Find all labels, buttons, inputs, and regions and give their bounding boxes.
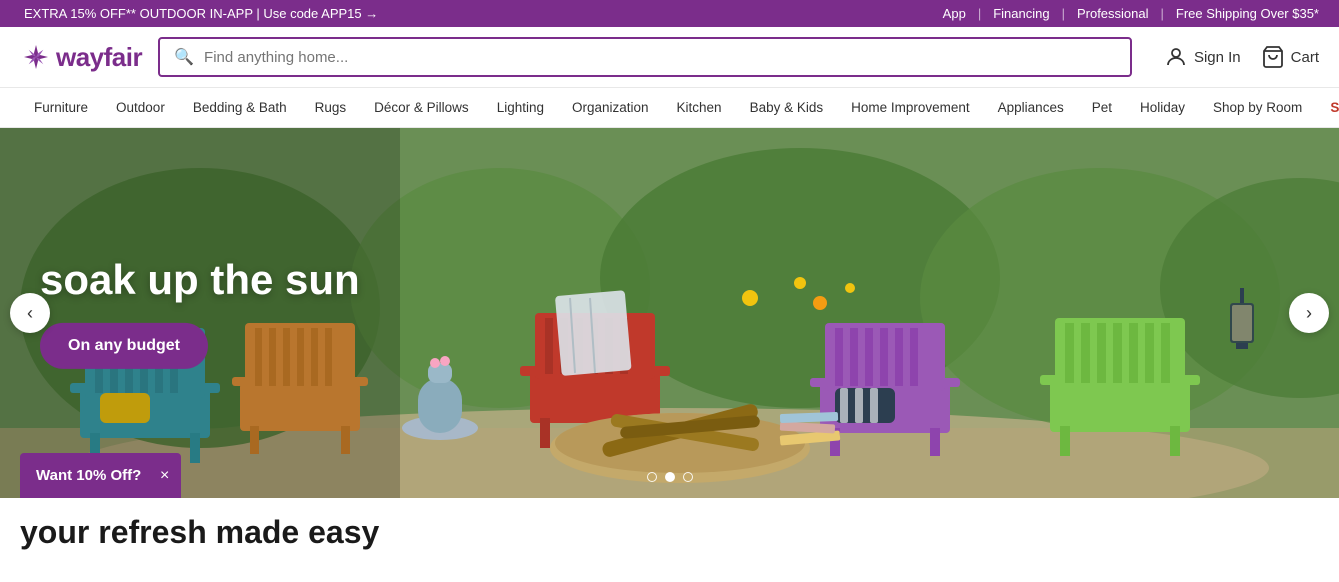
search-bar: 🔍	[158, 37, 1132, 77]
banner-shipping-link[interactable]: Free Shipping Over $35*	[1176, 6, 1319, 21]
cart-icon	[1261, 45, 1285, 69]
banner-professional-link[interactable]: Professional	[1077, 6, 1149, 21]
sign-in-label: Sign In	[1194, 49, 1241, 66]
nav-item-outdoor[interactable]: Outdoor	[102, 88, 179, 127]
divider-2: |	[1062, 6, 1065, 21]
nav-item-lighting[interactable]: Lighting	[483, 88, 558, 127]
toast-close-button[interactable]: ×	[160, 467, 169, 485]
nav-item-rugs[interactable]: Rugs	[301, 88, 361, 127]
hero-section: soak up the sun On any budget ‹ › Want 1…	[0, 128, 1339, 498]
banner-financing-link[interactable]: Financing	[993, 6, 1049, 21]
sign-in-button[interactable]: Sign In	[1164, 45, 1241, 69]
hero-text-block: soak up the sun On any budget	[40, 257, 360, 369]
nav-item-bedding-bath[interactable]: Bedding & Bath	[179, 88, 301, 127]
divider-1: |	[978, 6, 981, 21]
divider-3: |	[1161, 6, 1164, 21]
nav-item-shop-by-room[interactable]: Shop by Room	[1199, 88, 1316, 127]
cart-button[interactable]: Cart	[1261, 45, 1319, 69]
logo[interactable]: wayfair	[20, 41, 142, 73]
nav-item-home-improvement[interactable]: Home Improvement	[837, 88, 984, 127]
below-fold-section: your refresh made easy	[0, 498, 1339, 567]
nav-item-furniture[interactable]: Furniture	[20, 88, 102, 127]
hero-cta-button[interactable]: On any budget	[40, 323, 208, 369]
nav-item-appliances[interactable]: Appliances	[984, 88, 1078, 127]
nav-item-decor-pillows[interactable]: Décor & Pillows	[360, 88, 483, 127]
banner-promo-text[interactable]: EXTRA 15% OFF** OUTDOOR IN-APP | Use cod…	[20, 6, 378, 21]
search-icon: 🔍	[174, 47, 194, 67]
user-icon	[1164, 45, 1188, 69]
hero-dot-1[interactable]	[647, 472, 657, 482]
hero-dot-2[interactable]	[665, 472, 675, 482]
hero-headline: soak up the sun	[40, 257, 360, 303]
promo-text: EXTRA 15% OFF** OUTDOOR IN-APP | Use cod…	[24, 6, 378, 21]
nav-item-sale[interactable]: Sale	[1316, 88, 1339, 127]
header-actions: Sign In Cart	[1164, 45, 1319, 69]
discount-toast: Want 10% Off? ×	[20, 453, 181, 498]
nav-item-kitchen[interactable]: Kitchen	[663, 88, 736, 127]
below-fold-heading: your refresh made easy	[20, 514, 1319, 551]
toast-text: Want 10% Off?	[36, 467, 141, 484]
header: wayfair 🔍 Sign In Cart	[0, 27, 1339, 88]
logo-icon	[20, 41, 52, 73]
banner-right-links: App | Financing | Professional | Free Sh…	[943, 6, 1319, 21]
hero-prev-button[interactable]: ‹	[10, 293, 50, 333]
search-input[interactable]	[204, 49, 1116, 66]
hero-dot-3[interactable]	[683, 472, 693, 482]
logo-text: wayfair	[56, 42, 142, 73]
banner-app-link[interactable]: App	[943, 6, 966, 21]
nav-item-organization[interactable]: Organization	[558, 88, 663, 127]
top-banner: EXTRA 15% OFF** OUTDOOR IN-APP | Use cod…	[0, 0, 1339, 27]
nav-item-holiday[interactable]: Holiday	[1126, 88, 1199, 127]
main-nav: Furniture Outdoor Bedding & Bath Rugs Dé…	[0, 88, 1339, 128]
hero-dots	[647, 472, 693, 482]
hero-next-button[interactable]: ›	[1289, 293, 1329, 333]
cart-label: Cart	[1291, 49, 1319, 66]
nav-item-pet[interactable]: Pet	[1078, 88, 1126, 127]
nav-item-baby-kids[interactable]: Baby & Kids	[736, 88, 838, 127]
